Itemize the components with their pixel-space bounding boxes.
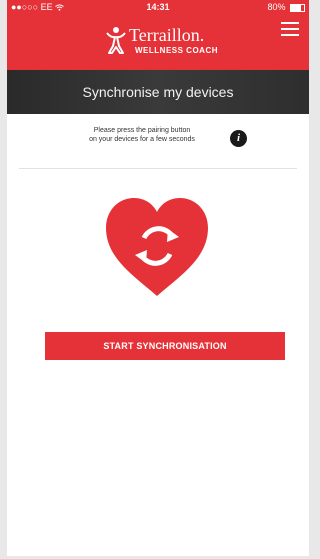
brand-title: Terraillon. [129, 25, 205, 45]
status-indicators: 80% [267, 0, 305, 14]
heart-sync-icon [106, 198, 208, 296]
status-time: 14:31 [146, 2, 170, 12]
page-title: Synchronise my devices [82, 84, 234, 100]
hamburger-menu-icon[interactable] [281, 21, 299, 37]
battery-icon [290, 3, 305, 12]
page-title-banner: Synchronise my devices [7, 70, 309, 114]
terraillon-figure-icon [106, 27, 126, 54]
info-icon[interactable]: i [230, 130, 247, 147]
brand-subtitle: WELLNESS COACH [135, 46, 218, 55]
hint-line-2: on your devices for a few seconds [89, 136, 195, 143]
battery-percent: 80% [267, 2, 286, 12]
divider [19, 168, 297, 169]
brand-logo: Terraillon. WELLNESS COACH [7, 16, 309, 62]
start-synchronisation-button[interactable]: START SYNCHRONISATION [45, 332, 285, 360]
app-screen: ●●○○○ EE 14:31 80% Terraillon. WELLNESS … [7, 0, 309, 556]
hint-line-1: Please press the pairing button [93, 127, 191, 134]
pairing-hint: Please press the pairing button on your … [47, 126, 237, 144]
app-header: ●●○○○ EE 14:31 80% Terraillon. WELLNESS … [7, 0, 309, 70]
battery-fill [291, 4, 302, 11]
status-bar: ●●○○○ EE 14:31 80% [7, 0, 309, 14]
